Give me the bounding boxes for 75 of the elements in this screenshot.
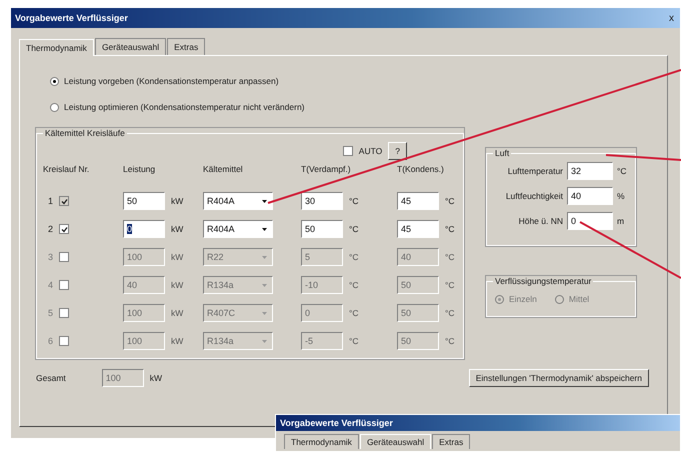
field-label: Luftfeuchtigkeit bbox=[506, 191, 563, 201]
close-button[interactable]: x bbox=[669, 12, 674, 24]
power-field[interactable]: 0 bbox=[123, 220, 165, 238]
unit-label: °C bbox=[349, 252, 359, 262]
radio-label: Leistung optimieren (Kondensationstemperatur nicht verändern) bbox=[64, 102, 304, 112]
radio-label: Mittel bbox=[568, 294, 590, 304]
unit-label: °C bbox=[445, 196, 455, 206]
refrigerant-dropdown[interactable]: R404A bbox=[203, 220, 273, 238]
unit-label: kW bbox=[171, 224, 184, 234]
unit-label: kW bbox=[171, 336, 184, 346]
circuit-checkbox[interactable] bbox=[59, 196, 69, 206]
circuit-number: 1 bbox=[46, 196, 53, 206]
column-header: T(Kondens.) bbox=[397, 164, 445, 174]
save-button[interactable]: Einstellungen 'Thermodynamik' abspeichern bbox=[468, 369, 649, 387]
unit-label: °C bbox=[349, 308, 359, 318]
unit-label: °C bbox=[445, 224, 455, 234]
unit-label: °C bbox=[445, 308, 455, 318]
unit-label: °C bbox=[445, 280, 455, 290]
window-title: Vorgabewerte Verflüssiger bbox=[280, 418, 393, 428]
circuit-number: 2 bbox=[46, 224, 53, 234]
group-title: Verflüssigungstemperatur bbox=[494, 276, 592, 286]
unit-label: °C bbox=[349, 280, 359, 290]
refrigerant-dropdown[interactable]: R404A bbox=[203, 192, 273, 210]
circuit-checkbox[interactable] bbox=[59, 224, 69, 234]
auto-label: AUTO bbox=[358, 146, 382, 156]
unit-label: °C bbox=[445, 252, 455, 262]
circuit-number: 4 bbox=[46, 280, 53, 290]
circuit-number: 6 bbox=[46, 336, 53, 346]
column-header: Kreislauf Nr. bbox=[43, 164, 90, 174]
circuit-number: 3 bbox=[46, 252, 53, 262]
tab[interactable]: Geräteauswahl bbox=[360, 434, 432, 449]
unit-label: kW bbox=[171, 196, 184, 206]
air-field[interactable]: 0 bbox=[567, 212, 613, 230]
unit-label: kW bbox=[150, 373, 162, 383]
radio-label: Einzeln bbox=[509, 294, 537, 304]
tab[interactable]: Extras bbox=[167, 38, 206, 55]
unit-label: kW bbox=[171, 280, 184, 290]
column-header: Kältemittel bbox=[203, 164, 244, 174]
auto-checkbox[interactable] bbox=[342, 146, 353, 156]
total-label: Gesamt bbox=[36, 373, 66, 383]
tab[interactable]: Geräteauswahl bbox=[94, 38, 166, 55]
condensation-field[interactable]: 45 bbox=[397, 192, 439, 210]
unit-label: °C bbox=[349, 224, 359, 234]
unit-label: °C bbox=[349, 196, 359, 206]
total-field: 100 bbox=[102, 369, 144, 387]
check-icon bbox=[60, 226, 68, 232]
air-field[interactable]: 40 bbox=[567, 187, 613, 205]
field-label: Lufttemperatur bbox=[508, 166, 563, 176]
tab[interactable]: Thermodynamik bbox=[19, 39, 94, 56]
unit-label: kW bbox=[171, 252, 184, 262]
column-header: T(Verdampf.) bbox=[301, 164, 352, 174]
window-title: Vorgabewerte Verflüssiger bbox=[15, 13, 128, 23]
tab[interactable]: Thermodynamik bbox=[284, 434, 359, 449]
unit-label: kW bbox=[171, 308, 184, 318]
tab[interactable]: Extras bbox=[432, 434, 470, 449]
unit-label: % bbox=[617, 191, 625, 201]
power-field[interactable]: 50 bbox=[123, 192, 165, 210]
unit-label: °C bbox=[445, 336, 455, 346]
group-title: Luft bbox=[494, 148, 510, 158]
help-button[interactable]: ? bbox=[388, 142, 407, 160]
unit-label: °C bbox=[349, 336, 359, 346]
evaporation-field[interactable]: 50 bbox=[301, 220, 343, 238]
radio-button[interactable] bbox=[50, 102, 59, 112]
group-title: Kältemittel Kreisläufe bbox=[44, 128, 126, 138]
unit-label: m bbox=[617, 216, 624, 226]
column-header: Leistung bbox=[123, 164, 156, 174]
unit-label: °C bbox=[617, 166, 627, 176]
radio-button[interactable] bbox=[50, 76, 59, 86]
circuit-number: 5 bbox=[46, 308, 53, 318]
field-label: Höhe ü. NN bbox=[518, 216, 563, 226]
air-field[interactable]: 32 bbox=[567, 162, 613, 180]
condensation-field[interactable]: 45 bbox=[397, 220, 439, 238]
check-icon bbox=[60, 198, 68, 204]
radio-label: Leistung vorgeben (Kondensationstemperatur anpassen) bbox=[64, 76, 279, 86]
evaporation-field[interactable]: 30 bbox=[301, 192, 343, 210]
